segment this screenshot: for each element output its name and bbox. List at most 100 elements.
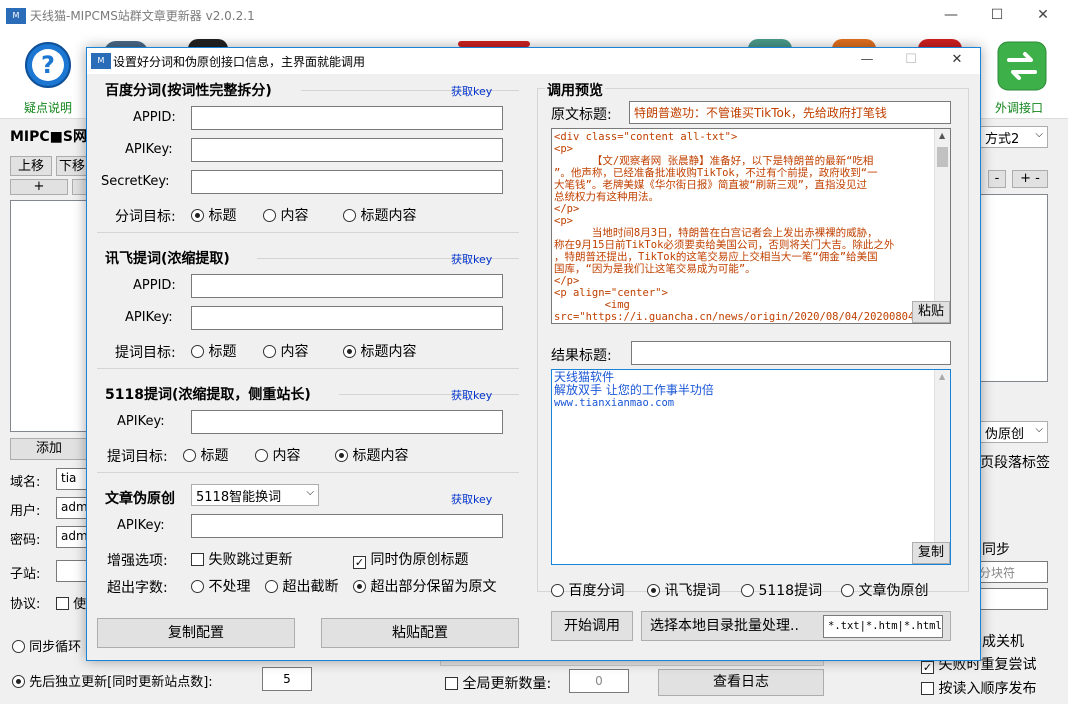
overflow-none-option[interactable]: 不处理	[191, 576, 250, 596]
baidu-secretkey-input[interactable]	[191, 170, 503, 194]
call-xunfei-radio[interactable]	[647, 584, 660, 597]
scroll-up-icon[interactable]: ▲	[939, 372, 945, 381]
main-maximize-button[interactable]: ☐	[974, 0, 1020, 31]
pseudo-original-select[interactable]: 伪原创 ⌵	[980, 421, 1048, 443]
help-toolbar-button[interactable]: ? 疑点说明	[20, 37, 76, 115]
call-xunfei-option[interactable]: 讯飞提词	[647, 580, 720, 600]
sync-loop-radio[interactable]	[12, 640, 25, 653]
k5118-target-both-option[interactable]: 标题内容	[335, 445, 408, 465]
overflow-keep-radio[interactable]	[353, 580, 366, 593]
xunfei-target-both-radio[interactable]	[343, 345, 356, 358]
call-rewrite-option[interactable]: 文章伪原创	[841, 580, 928, 600]
k5118-get-key-link[interactable]: 获取key	[451, 387, 492, 403]
right-extra-input[interactable]	[974, 588, 1048, 610]
call-baidu-radio[interactable]	[551, 584, 564, 597]
move-down-button[interactable]: 下移	[56, 156, 88, 176]
result-title-input[interactable]	[631, 341, 951, 365]
view-log-button[interactable]: 查看日志	[658, 669, 824, 696]
protocol-option[interactable]: 使	[56, 593, 86, 612]
independent-update-option[interactable]: 先后独立更新[同时更新站点数]:	[12, 671, 213, 690]
user-input[interactable]: admi	[56, 497, 88, 519]
k5118-target-both-radio[interactable]	[335, 449, 348, 462]
source-title-input[interactable]: 特朗普邀功：不管谁买TikTok，先给政府打笔钱	[629, 101, 951, 124]
paste-content-button[interactable]: 粘贴	[912, 301, 950, 323]
k5118-target-title-radio[interactable]	[183, 449, 196, 462]
copy-result-button[interactable]: 复制	[912, 542, 950, 564]
retry-checkbox[interactable]	[921, 661, 934, 674]
substation-input[interactable]	[56, 560, 88, 582]
protocol-checkbox[interactable]	[56, 597, 69, 610]
xunfei-apikey-input[interactable]	[191, 306, 503, 330]
right-plus-minus-button[interactable]: + -	[1012, 170, 1048, 188]
baidu-target-both-option[interactable]: 标题内容	[343, 205, 416, 225]
skip-on-fail-option[interactable]: 失败跳过更新	[191, 549, 292, 569]
external-api-toolbar-button[interactable]: 外调接口	[992, 37, 1052, 115]
dialog-maximize-button[interactable]: ☐	[891, 52, 931, 67]
overflow-truncate-option[interactable]: 超出截断	[265, 576, 338, 596]
scroll-up-icon[interactable]: ▲	[939, 131, 945, 140]
result-content-scrollbar[interactable]: ▲	[934, 370, 950, 564]
concurrent-sites-input[interactable]: 5	[262, 667, 312, 691]
overflow-none-radio[interactable]	[191, 580, 204, 593]
result-content-textarea[interactable]: 天线猫软件 解放双手 让您的工作事半功倍 www.tianxianmao.com…	[551, 369, 951, 565]
right-minus-button[interactable]: -	[988, 170, 1006, 188]
publish-order-checkbox[interactable]	[921, 682, 934, 695]
xunfei-appid-input[interactable]	[191, 274, 503, 298]
source-content-scrollbar[interactable]: ▲	[934, 129, 950, 323]
baidu-appid-input[interactable]	[191, 106, 503, 130]
separator-input[interactable]: 分块符	[974, 561, 1048, 583]
password-input[interactable]: admi	[56, 526, 88, 548]
paste-config-button[interactable]: 粘贴配置	[321, 618, 519, 648]
add-row-button[interactable]: +	[10, 179, 68, 195]
dialog-close-button[interactable]: ✕	[937, 52, 977, 67]
baidu-apikey-input[interactable]	[191, 138, 503, 162]
baidu-target-both-radio[interactable]	[343, 209, 356, 222]
publish-order-option[interactable]: 按读入顺序发布	[921, 678, 1036, 698]
k5118-target-title-option[interactable]: 标题	[183, 445, 228, 465]
mode-select[interactable]: 方式2 ⌵	[980, 126, 1048, 148]
call-5118-option[interactable]: 5118提词	[741, 580, 822, 600]
sync-loop-option[interactable]: 同步循环	[12, 636, 81, 655]
baidu-target-title-option[interactable]: 标题	[191, 205, 236, 225]
rewrite-title-checkbox[interactable]	[353, 556, 366, 569]
scrollbar-thumb[interactable]	[937, 147, 948, 167]
add-site-button[interactable]: 添加	[10, 438, 88, 460]
site-list[interactable]	[10, 200, 88, 432]
rewrite-engine-select[interactable]: 5118智能换词 ⌵	[191, 484, 319, 506]
dialog-minimize-button[interactable]: —	[847, 52, 887, 67]
k5118-apikey-input[interactable]	[191, 410, 503, 434]
xunfei-get-key-link[interactable]: 获取key	[451, 251, 492, 267]
move-up-button[interactable]: 上移	[10, 156, 52, 176]
copy-config-button[interactable]: 复制配置	[97, 618, 295, 648]
xunfei-target-content-option[interactable]: 内容	[263, 341, 308, 361]
global-update-count-input[interactable]: 0	[569, 669, 629, 693]
xunfei-target-title-radio[interactable]	[191, 345, 204, 358]
baidu-get-key-link[interactable]: 获取key	[451, 83, 492, 99]
right-list[interactable]	[980, 194, 1048, 382]
source-content-textarea[interactable]: <div class="content all-txt"> <p> 【文/观察者网…	[551, 128, 951, 324]
start-call-button[interactable]: 开始调用	[551, 611, 633, 641]
global-update-checkbox[interactable]	[445, 677, 458, 690]
overflow-truncate-radio[interactable]	[265, 580, 278, 593]
main-close-button[interactable]: ✕	[1020, 0, 1066, 31]
k5118-target-content-radio[interactable]	[255, 449, 268, 462]
call-5118-radio[interactable]	[741, 584, 754, 597]
independent-update-radio[interactable]	[12, 675, 25, 688]
baidu-target-title-radio[interactable]	[191, 209, 204, 222]
rewrite-title-option[interactable]: 同时伪原创标题	[353, 549, 468, 569]
baidu-target-content-radio[interactable]	[263, 209, 276, 222]
xunfei-target-content-radio[interactable]	[263, 345, 276, 358]
rewrite-apikey-input[interactable]	[191, 514, 503, 538]
overflow-keep-option[interactable]: 超出部分保留为原文	[353, 576, 496, 596]
xunfei-target-title-option[interactable]: 标题	[191, 341, 236, 361]
domain-input[interactable]: tia	[56, 468, 88, 490]
call-rewrite-radio[interactable]	[841, 584, 854, 597]
main-minimize-button[interactable]: —	[928, 0, 974, 31]
call-baidu-option[interactable]: 百度分词	[551, 580, 624, 600]
skip-on-fail-checkbox[interactable]	[191, 553, 204, 566]
baidu-target-content-option[interactable]: 内容	[263, 205, 308, 225]
xunfei-target-both-option[interactable]: 标题内容	[343, 341, 416, 361]
k5118-target-content-option[interactable]: 内容	[255, 445, 300, 465]
extension-filter-input[interactable]: *.txt|*.htm|*.html	[823, 615, 943, 638]
rewrite-get-key-link[interactable]: 获取key	[451, 491, 492, 507]
